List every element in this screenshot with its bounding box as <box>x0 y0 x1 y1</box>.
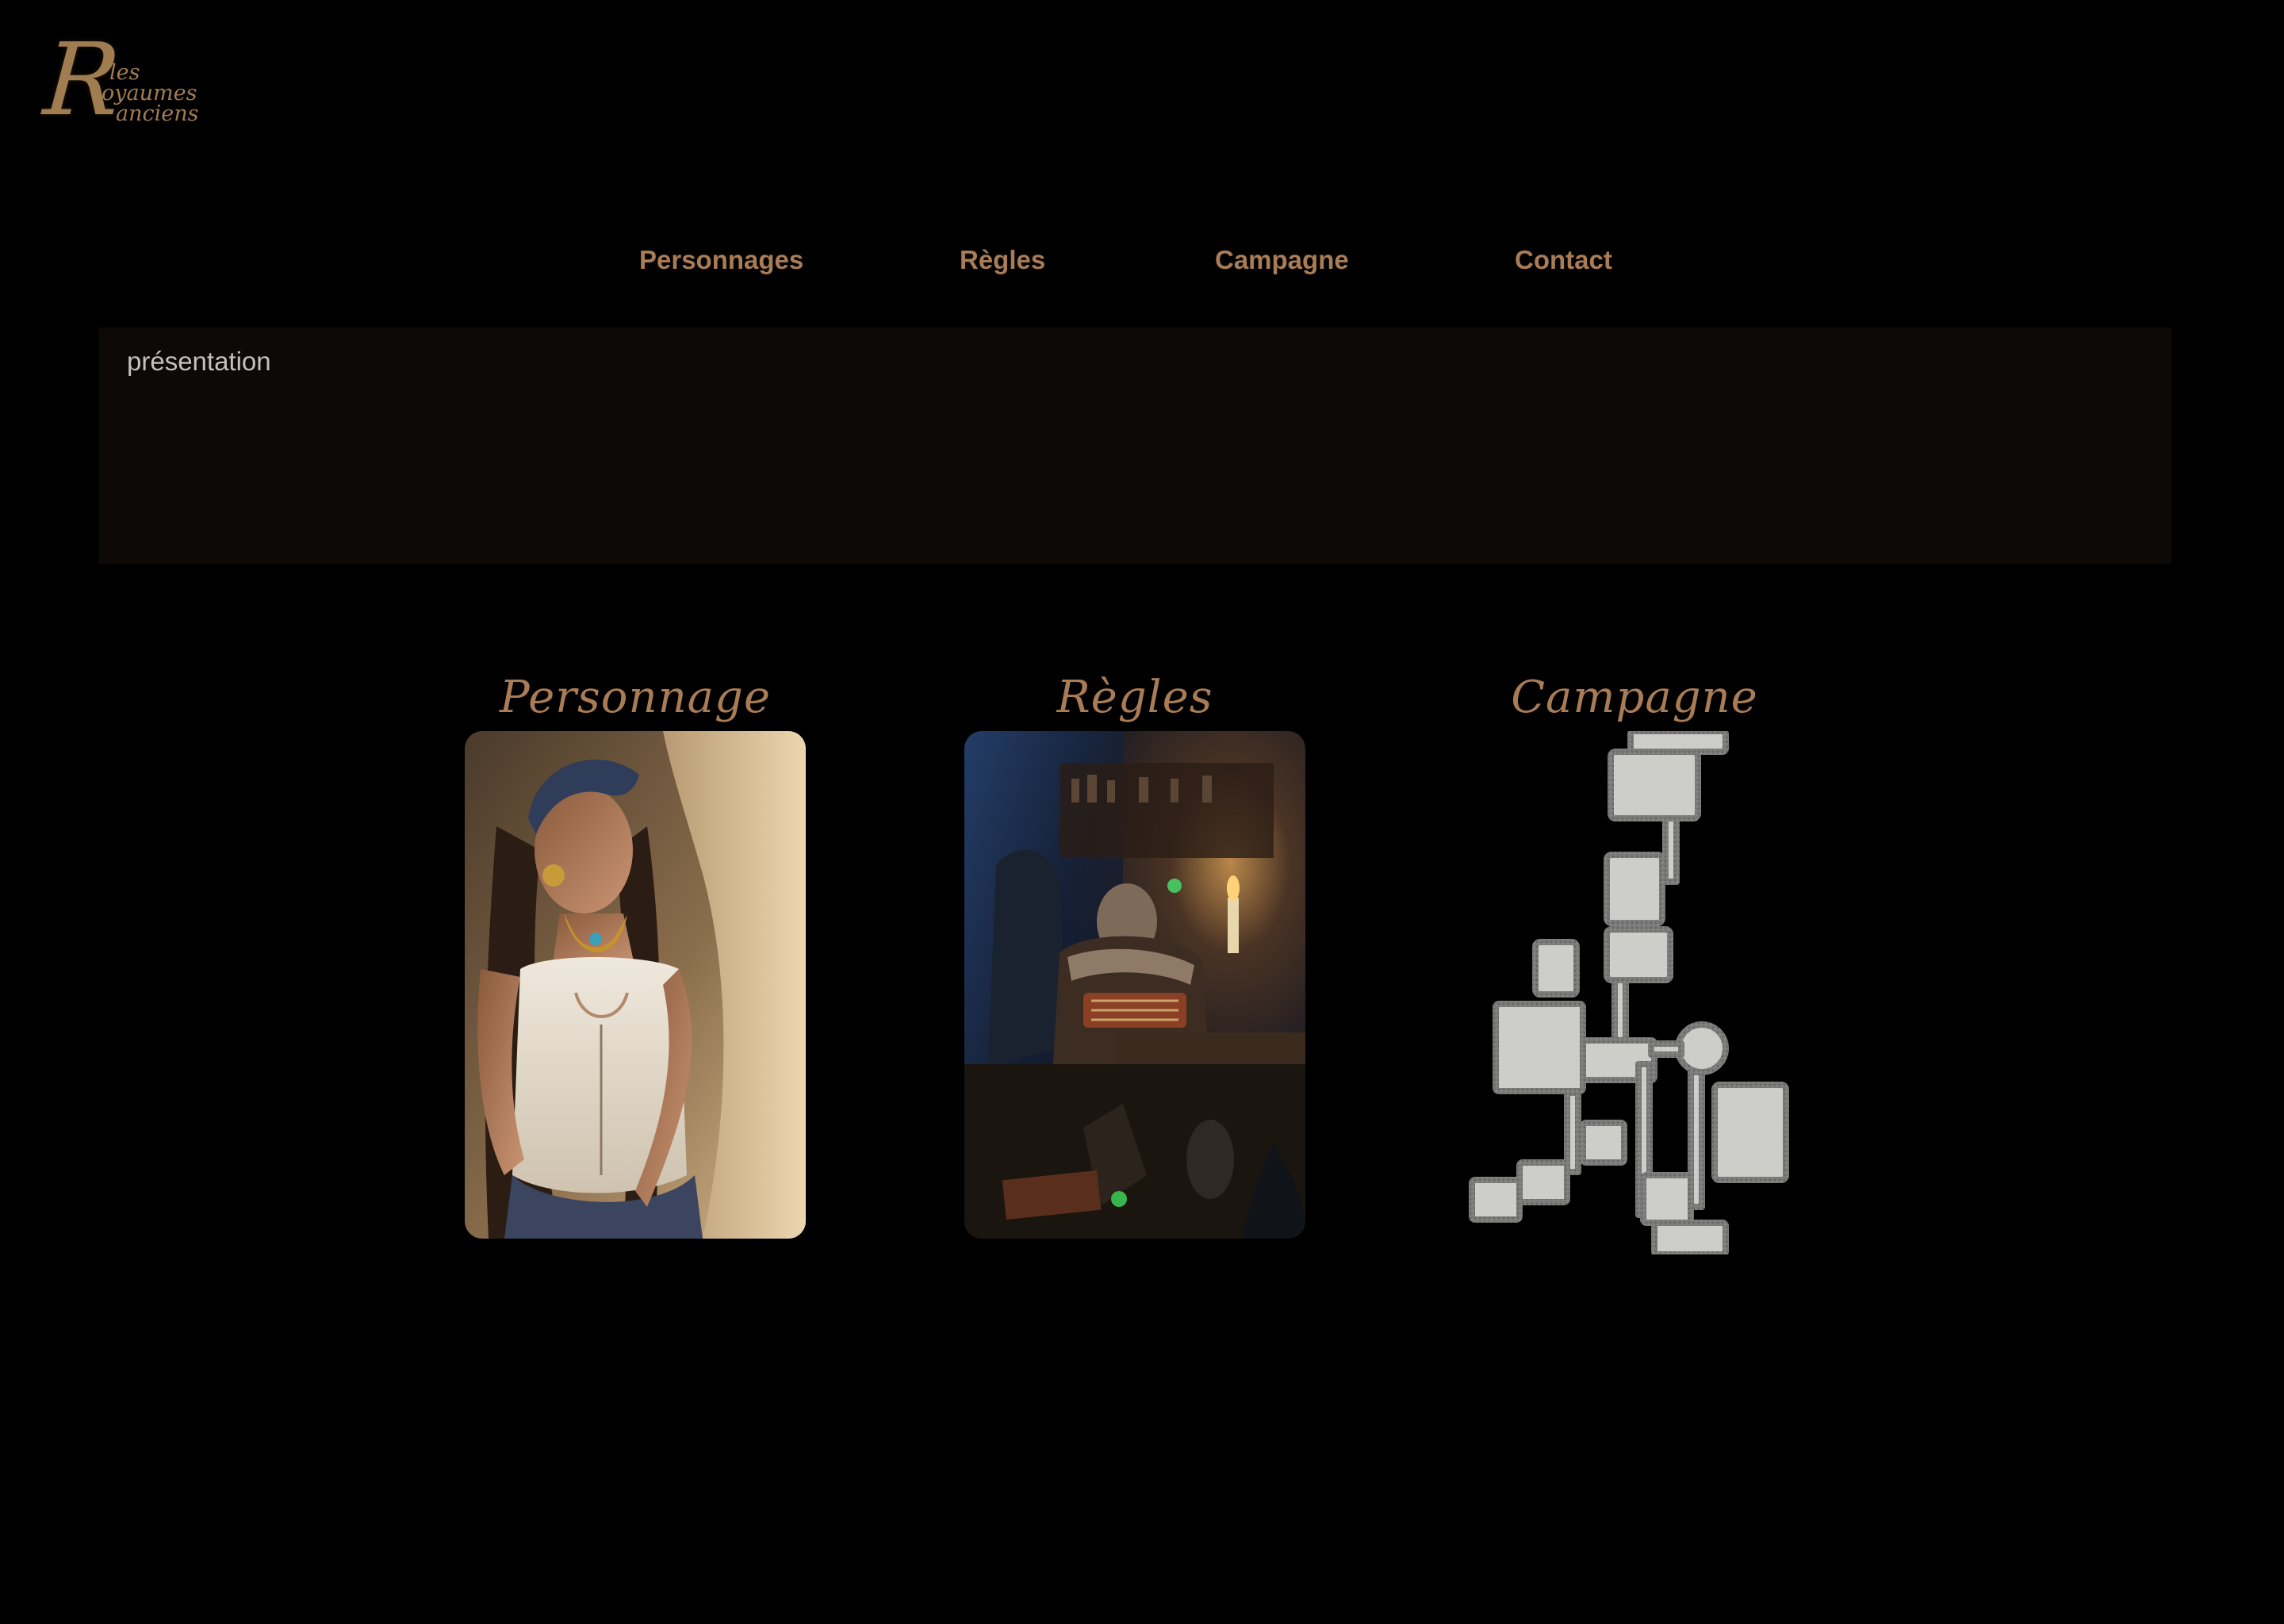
card-personnage[interactable]: Personnage <box>465 669 806 1239</box>
card-campagne[interactable]: Campagne <box>1464 669 1805 1254</box>
logo-line-1: les <box>109 60 140 85</box>
card-title-regles: Règles <box>1056 672 1213 723</box>
presentation-text: présentation <box>127 347 271 376</box>
presentation-panel: présentation <box>98 327 2171 564</box>
logo-line-3: anciens <box>116 102 199 126</box>
nav-link-campagne[interactable]: Campagne <box>1215 243 1349 278</box>
character-portrait-image[interactable] <box>465 731 806 1239</box>
main-nav: Personnages Règles Campagne Contact <box>0 243 2284 278</box>
card-title-personnage: Personnage <box>499 672 772 723</box>
card-title-campagne: Campagne <box>1511 672 1758 723</box>
tavern-scene-image[interactable] <box>964 731 1305 1239</box>
nav-link-regles[interactable]: Règles <box>960 243 1045 278</box>
nav-link-contact[interactable]: Contact <box>1515 243 1612 278</box>
dungeon-map-image[interactable] <box>1464 731 1805 1254</box>
page: R les oyaumes anciens Personnages Règles… <box>0 0 2284 1624</box>
logo-line-2: oyaumes <box>102 81 197 105</box>
site-logo[interactable]: R les oyaumes anciens <box>40 21 216 141</box>
nav-link-personnages[interactable]: Personnages <box>639 243 803 278</box>
card-regles[interactable]: Règles <box>964 669 1305 1239</box>
